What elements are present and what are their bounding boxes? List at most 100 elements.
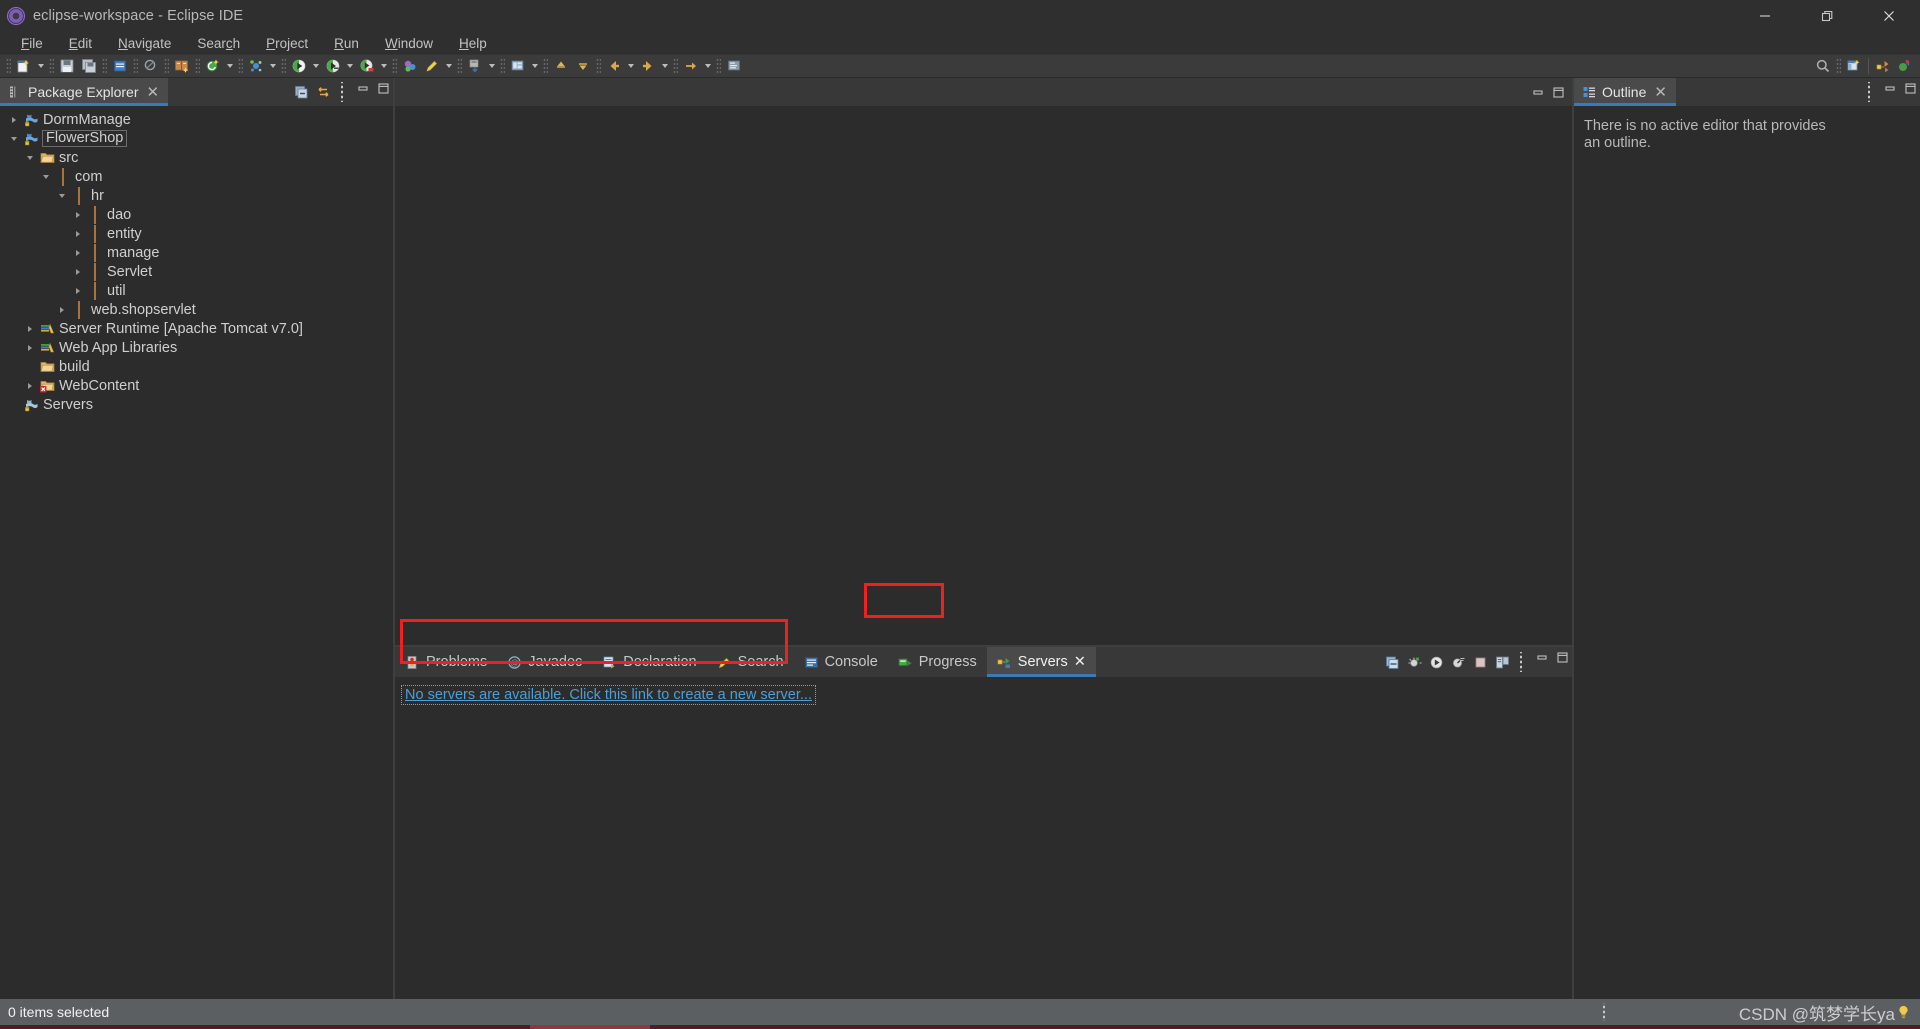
maximize-icon[interactable] (373, 78, 393, 98)
tab-progress[interactable]: Progress (888, 647, 987, 677)
toolbar-grip-11[interactable] (500, 58, 505, 74)
java-perspective-right-icon[interactable] (1894, 56, 1916, 76)
tree-item-manage[interactable]: manage (0, 243, 393, 262)
toolbar-grip-4[interactable] (133, 58, 138, 74)
tree-item-hr[interactable]: hr (0, 186, 393, 205)
toolbar-grip-12[interactable] (543, 58, 548, 74)
tab-declaration[interactable]: Declaration (592, 647, 706, 677)
twisty-collapsed-icon[interactable] (22, 319, 38, 338)
open-perspective-icon[interactable] (1843, 56, 1865, 76)
new-wizard-dropdown-icon[interactable] (35, 56, 47, 76)
toolbar-grip-13[interactable] (596, 58, 601, 74)
status-overflow-icon[interactable] (1598, 1003, 1610, 1021)
maximize-icon[interactable] (1548, 82, 1568, 102)
open-task-dropdown-icon[interactable] (486, 56, 498, 76)
menu-run[interactable]: Run (321, 34, 372, 53)
run-dropdown-icon[interactable] (310, 56, 322, 76)
maximize-icon[interactable] (1900, 78, 1920, 98)
menu-project[interactable]: Project (253, 34, 321, 53)
new-server-icon[interactable] (1382, 652, 1402, 672)
tab-search[interactable]: Search (707, 647, 794, 677)
debug-dropdown-icon[interactable] (344, 56, 356, 76)
new-wizard-icon[interactable] (13, 56, 35, 76)
forward-dropdown-icon[interactable] (659, 56, 671, 76)
java-ee-perspective-icon[interactable] (1872, 56, 1894, 76)
back-dropdown-icon[interactable] (625, 56, 637, 76)
next-edit-dropdown-icon[interactable] (702, 56, 714, 76)
link-with-editor-icon[interactable] (313, 82, 333, 102)
tree-item-entity[interactable]: entity (0, 224, 393, 243)
menu-window[interactable]: Window (372, 34, 446, 53)
collapse-all-icon[interactable] (291, 82, 311, 102)
close-icon[interactable]: ✕ (147, 85, 160, 100)
toggle-mark-occurrences-icon[interactable] (140, 56, 162, 76)
search-icon[interactable] (1812, 56, 1834, 76)
tab-console[interactable]: Console (794, 647, 888, 677)
tree-item-dormmanage[interactable]: DormManage (0, 110, 393, 129)
tree-item-webcontent[interactable]: WebContent (0, 376, 393, 395)
tab-package-explorer[interactable]: Package Explorer ✕ (0, 78, 169, 106)
toolbar-grip-14[interactable] (673, 58, 678, 74)
back-icon[interactable] (603, 56, 625, 76)
toolbar-grip-7[interactable] (238, 58, 243, 74)
pin-editor-icon[interactable] (723, 56, 745, 76)
twisty-collapsed-icon[interactable] (70, 281, 86, 300)
tree-item-servlet[interactable]: Servlet (0, 262, 393, 281)
forward-icon[interactable] (637, 56, 659, 76)
coverage-dropdown-icon[interactable] (378, 56, 390, 76)
minimize-icon[interactable] (1532, 647, 1552, 667)
tree-item-web-app-libraries[interactable]: Web App Libraries (0, 338, 393, 357)
new-java-project-icon[interactable] (202, 56, 224, 76)
toolbar-grip-2[interactable] (49, 58, 54, 74)
external-tools-dropdown-icon[interactable] (267, 56, 279, 76)
twisty-collapsed-icon[interactable] (22, 338, 38, 357)
java-perspective-icon[interactable] (399, 56, 421, 76)
maximize-icon[interactable] (1552, 647, 1572, 667)
tree-item-build[interactable]: build (0, 357, 393, 376)
tree-item-dao[interactable]: dao (0, 205, 393, 224)
menu-help[interactable]: Help (446, 34, 500, 53)
tree-item-util[interactable]: util (0, 281, 393, 300)
toolbar-grip-5[interactable] (164, 58, 169, 74)
create-new-server-link[interactable]: No servers are available. Click this lin… (401, 685, 816, 705)
twisty-expanded-icon[interactable] (6, 129, 22, 148)
minimize-icon[interactable] (1880, 78, 1900, 98)
close-icon[interactable]: ✕ (1654, 85, 1667, 100)
annotation-dropdown-icon[interactable] (443, 56, 455, 76)
coverage-icon[interactable] (356, 56, 378, 76)
run-icon[interactable] (288, 56, 310, 76)
toolbar-grip-3[interactable] (102, 58, 107, 74)
twisty-collapsed-icon[interactable] (54, 300, 70, 319)
view-menu-icon[interactable] (335, 82, 349, 102)
previous-annotation-icon[interactable] (550, 56, 572, 76)
menu-file[interactable]: File (8, 34, 56, 53)
toolbar-grip[interactable] (6, 58, 11, 74)
tree-item-servers[interactable]: Servers (0, 395, 393, 414)
minimize-icon[interactable] (353, 78, 373, 98)
new-java-file-icon[interactable] (109, 56, 131, 76)
tab-javadoc[interactable]: @ Javadoc (497, 647, 592, 677)
twisty-collapsed-icon[interactable] (70, 243, 86, 262)
java-browsing-icon[interactable] (507, 56, 529, 76)
twisty-expanded-icon[interactable] (22, 148, 38, 167)
tree-item-server-runtime-apache-tomcat-v7-0[interactable]: Server Runtime [Apache Tomcat v7.0] (0, 319, 393, 338)
close-icon[interactable]: ✕ (1074, 654, 1086, 670)
stop-server-icon[interactable] (1470, 652, 1490, 672)
save-all-icon[interactable] (78, 56, 100, 76)
menu-edit[interactable]: Edit (56, 34, 105, 53)
close-button[interactable] (1858, 0, 1920, 32)
external-tools-icon[interactable] (245, 56, 267, 76)
save-icon[interactable] (56, 56, 78, 76)
publish-icon[interactable] (1492, 652, 1512, 672)
java-browsing-dropdown-icon[interactable] (529, 56, 541, 76)
tab-servers[interactable]: Servers ✕ (986, 647, 1097, 677)
twisty-collapsed-icon[interactable] (70, 224, 86, 243)
twisty-expanded-icon[interactable] (54, 186, 70, 205)
toolbar-grip-10[interactable] (457, 58, 462, 74)
tab-problems[interactable]: Problems (395, 647, 497, 677)
profile-server-icon[interactable] (1448, 652, 1468, 672)
tree-item-src[interactable]: src (0, 148, 393, 167)
start-server-icon[interactable] (1426, 652, 1446, 672)
tree-item-com[interactable]: com (0, 167, 393, 186)
menu-navigate[interactable]: Navigate (105, 34, 184, 53)
